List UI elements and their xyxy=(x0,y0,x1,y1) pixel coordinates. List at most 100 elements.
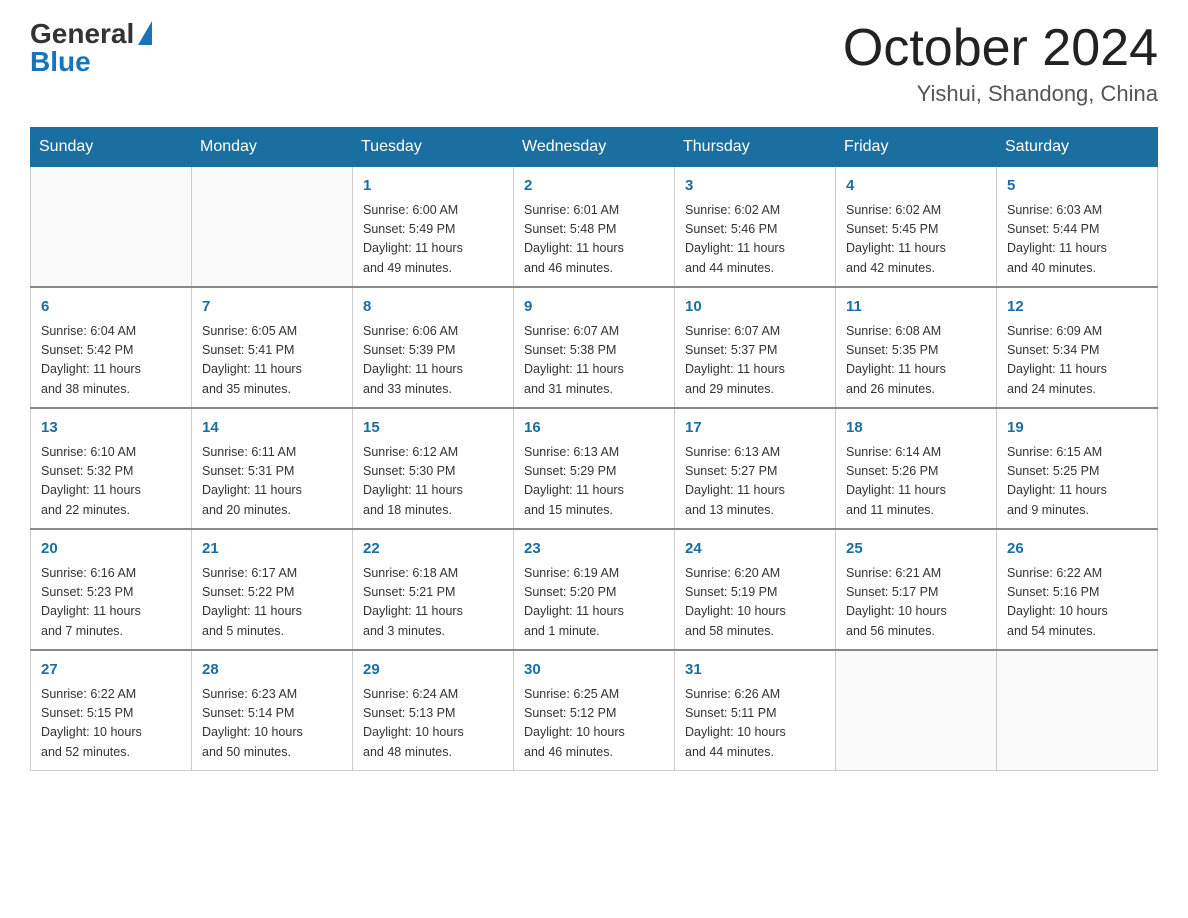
day-info: Sunrise: 6:03 AM Sunset: 5:44 PM Dayligh… xyxy=(1007,201,1147,279)
day-info: Sunrise: 6:22 AM Sunset: 5:15 PM Dayligh… xyxy=(41,685,181,763)
day-info: Sunrise: 6:17 AM Sunset: 5:22 PM Dayligh… xyxy=(202,564,342,642)
day-number: 27 xyxy=(41,659,181,682)
weekday-header-cell: Wednesday xyxy=(514,128,675,167)
day-info: Sunrise: 6:02 AM Sunset: 5:45 PM Dayligh… xyxy=(846,201,986,279)
day-info: Sunrise: 6:08 AM Sunset: 5:35 PM Dayligh… xyxy=(846,322,986,400)
calendar-cell: 27 Sunrise: 6:22 AM Sunset: 5:15 PM Dayli… xyxy=(31,650,192,771)
day-number: 21 xyxy=(202,538,342,561)
calendar-body: 1Sunrise: 6:00 AM Sunset: 5:49 PM Daylig… xyxy=(31,167,1158,771)
day-number: 24 xyxy=(685,538,825,561)
day-number: 19 xyxy=(1007,417,1147,440)
weekday-header-cell: Saturday xyxy=(997,128,1158,167)
day-info: Sunrise: 6:21 AM Sunset: 5:17 PM Dayligh… xyxy=(846,564,986,642)
calendar-cell: 15 Sunrise: 6:12 AM Sunset: 5:30 PM Dayli… xyxy=(353,408,514,529)
calendar-cell: 21 Sunrise: 6:17 AM Sunset: 5:22 PM Dayli… xyxy=(192,529,353,650)
day-number: 6 xyxy=(41,296,181,319)
calendar-cell: 3Sunrise: 6:02 AM Sunset: 5:46 PM Daylig… xyxy=(675,167,836,288)
day-info: Sunrise: 6:07 AM Sunset: 5:38 PM Dayligh… xyxy=(524,322,664,400)
calendar-cell: 12Sunrise: 6:09 AM Sunset: 5:34 PM Dayli… xyxy=(997,287,1158,408)
day-number: 28 xyxy=(202,659,342,682)
title-area: October 2024 Yishui, Shandong, China xyxy=(843,20,1158,107)
day-number: 13 xyxy=(41,417,181,440)
calendar-cell: 10Sunrise: 6:07 AM Sunset: 5:37 PM Dayli… xyxy=(675,287,836,408)
day-info: Sunrise: 6:13 AM Sunset: 5:29 PM Dayligh… xyxy=(524,443,664,521)
day-number: 5 xyxy=(1007,175,1147,198)
calendar-table: SundayMondayTuesdayWednesdayThursdayFrid… xyxy=(30,127,1158,771)
day-number: 15 xyxy=(363,417,503,440)
day-info: Sunrise: 6:10 AM Sunset: 5:32 PM Dayligh… xyxy=(41,443,181,521)
day-number: 16 xyxy=(524,417,664,440)
day-info: Sunrise: 6:04 AM Sunset: 5:42 PM Dayligh… xyxy=(41,322,181,400)
calendar-cell: 30 Sunrise: 6:25 AM Sunset: 5:12 PM Dayli… xyxy=(514,650,675,771)
day-number: 22 xyxy=(363,538,503,561)
weekday-header-cell: Tuesday xyxy=(353,128,514,167)
calendar-cell xyxy=(997,650,1158,771)
day-info: Sunrise: 6:25 AM Sunset: 5:12 PM Dayligh… xyxy=(524,685,664,763)
calendar-cell xyxy=(192,167,353,288)
calendar-cell: 24 Sunrise: 6:20 AM Sunset: 5:19 PM Dayli… xyxy=(675,529,836,650)
calendar-cell: 19 Sunrise: 6:15 AM Sunset: 5:25 PM Dayli… xyxy=(997,408,1158,529)
day-info: Sunrise: 6:23 AM Sunset: 5:14 PM Dayligh… xyxy=(202,685,342,763)
day-number: 4 xyxy=(846,175,986,198)
logo-general-text: General xyxy=(30,20,134,48)
calendar-cell xyxy=(31,167,192,288)
calendar-cell: 6 Sunrise: 6:04 AM Sunset: 5:42 PM Daylig… xyxy=(31,287,192,408)
weekday-header-cell: Sunday xyxy=(31,128,192,167)
calendar-cell: 2Sunrise: 6:01 AM Sunset: 5:48 PM Daylig… xyxy=(514,167,675,288)
calendar-cell: 18Sunrise: 6:14 AM Sunset: 5:26 PM Dayli… xyxy=(836,408,997,529)
day-number: 30 xyxy=(524,659,664,682)
day-info: Sunrise: 6:15 AM Sunset: 5:25 PM Dayligh… xyxy=(1007,443,1147,521)
calendar-cell: 23 Sunrise: 6:19 AM Sunset: 5:20 PM Dayli… xyxy=(514,529,675,650)
day-info: Sunrise: 6:20 AM Sunset: 5:19 PM Dayligh… xyxy=(685,564,825,642)
day-number: 17 xyxy=(685,417,825,440)
calendar-cell: 11 Sunrise: 6:08 AM Sunset: 5:35 PM Dayli… xyxy=(836,287,997,408)
day-info: Sunrise: 6:18 AM Sunset: 5:21 PM Dayligh… xyxy=(363,564,503,642)
calendar-week-row: 27 Sunrise: 6:22 AM Sunset: 5:15 PM Dayli… xyxy=(31,650,1158,771)
day-number: 2 xyxy=(524,175,664,198)
calendar-cell: 5 Sunrise: 6:03 AM Sunset: 5:44 PM Daylig… xyxy=(997,167,1158,288)
day-number: 20 xyxy=(41,538,181,561)
calendar-cell: 29Sunrise: 6:24 AM Sunset: 5:13 PM Dayli… xyxy=(353,650,514,771)
header: General Blue October 2024 Yishui, Shando… xyxy=(30,20,1158,107)
day-number: 7 xyxy=(202,296,342,319)
day-number: 1 xyxy=(363,175,503,198)
day-number: 11 xyxy=(846,296,986,319)
calendar-cell: 28 Sunrise: 6:23 AM Sunset: 5:14 PM Dayli… xyxy=(192,650,353,771)
day-number: 25 xyxy=(846,538,986,561)
calendar-cell: 17 Sunrise: 6:13 AM Sunset: 5:27 PM Dayli… xyxy=(675,408,836,529)
weekday-header-cell: Friday xyxy=(836,128,997,167)
calendar-cell: 13 Sunrise: 6:10 AM Sunset: 5:32 PM Dayli… xyxy=(31,408,192,529)
calendar-cell: 14Sunrise: 6:11 AM Sunset: 5:31 PM Dayli… xyxy=(192,408,353,529)
day-number: 31 xyxy=(685,659,825,682)
day-number: 3 xyxy=(685,175,825,198)
day-number: 8 xyxy=(363,296,503,319)
calendar-cell: 1Sunrise: 6:00 AM Sunset: 5:49 PM Daylig… xyxy=(353,167,514,288)
location-title: Yishui, Shandong, China xyxy=(843,81,1158,107)
calendar-cell xyxy=(836,650,997,771)
day-number: 9 xyxy=(524,296,664,319)
day-info: Sunrise: 6:09 AM Sunset: 5:34 PM Dayligh… xyxy=(1007,322,1147,400)
day-info: Sunrise: 6:19 AM Sunset: 5:20 PM Dayligh… xyxy=(524,564,664,642)
calendar-week-row: 6 Sunrise: 6:04 AM Sunset: 5:42 PM Daylig… xyxy=(31,287,1158,408)
day-info: Sunrise: 6:12 AM Sunset: 5:30 PM Dayligh… xyxy=(363,443,503,521)
calendar-cell: 20Sunrise: 6:16 AM Sunset: 5:23 PM Dayli… xyxy=(31,529,192,650)
day-info: Sunrise: 6:24 AM Sunset: 5:13 PM Dayligh… xyxy=(363,685,503,763)
day-info: Sunrise: 6:13 AM Sunset: 5:27 PM Dayligh… xyxy=(685,443,825,521)
weekday-header-row: SundayMondayTuesdayWednesdayThursdayFrid… xyxy=(31,128,1158,167)
day-number: 23 xyxy=(524,538,664,561)
day-info: Sunrise: 6:11 AM Sunset: 5:31 PM Dayligh… xyxy=(202,443,342,521)
calendar-week-row: 1Sunrise: 6:00 AM Sunset: 5:49 PM Daylig… xyxy=(31,167,1158,288)
calendar-cell: 22 Sunrise: 6:18 AM Sunset: 5:21 PM Dayli… xyxy=(353,529,514,650)
day-info: Sunrise: 6:07 AM Sunset: 5:37 PM Dayligh… xyxy=(685,322,825,400)
day-info: Sunrise: 6:22 AM Sunset: 5:16 PM Dayligh… xyxy=(1007,564,1147,642)
calendar-cell: 25 Sunrise: 6:21 AM Sunset: 5:17 PM Dayli… xyxy=(836,529,997,650)
logo-blue-text: Blue xyxy=(30,48,91,76)
calendar-cell: 26Sunrise: 6:22 AM Sunset: 5:16 PM Dayli… xyxy=(997,529,1158,650)
calendar-cell: 31Sunrise: 6:26 AM Sunset: 5:11 PM Dayli… xyxy=(675,650,836,771)
logo: General Blue xyxy=(30,20,152,76)
calendar-week-row: 13 Sunrise: 6:10 AM Sunset: 5:32 PM Dayli… xyxy=(31,408,1158,529)
calendar-cell: 7Sunrise: 6:05 AM Sunset: 5:41 PM Daylig… xyxy=(192,287,353,408)
weekday-header-cell: Thursday xyxy=(675,128,836,167)
day-info: Sunrise: 6:06 AM Sunset: 5:39 PM Dayligh… xyxy=(363,322,503,400)
month-title: October 2024 xyxy=(843,20,1158,77)
